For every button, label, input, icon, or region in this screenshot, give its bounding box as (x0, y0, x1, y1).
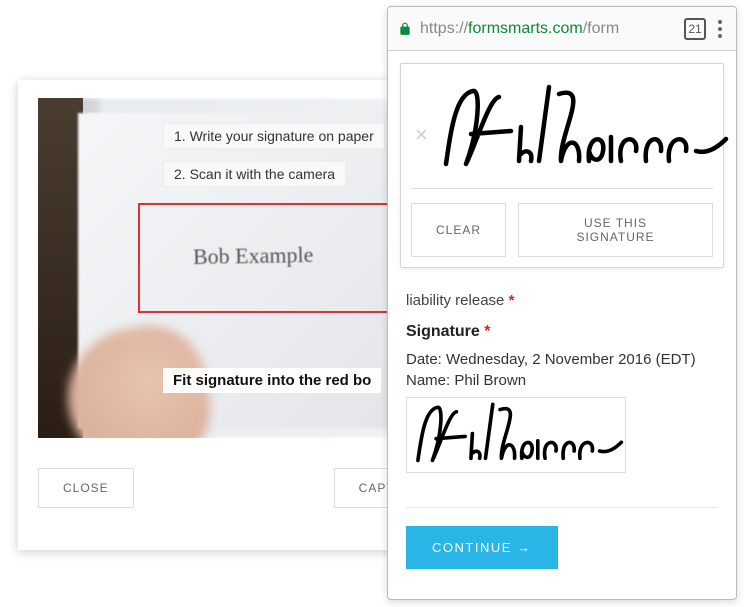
signature-heading-text: Signature (406, 323, 480, 340)
signature-draw-modal: × CLEAR USE THIS SIGNATURE (400, 63, 724, 268)
menu-dots-icon[interactable] (714, 18, 726, 40)
url-scheme: https:// (420, 20, 468, 37)
clear-signature-button[interactable]: CLEAR (411, 203, 506, 257)
browser-url-bar: https://formsmarts.com/form 21 (388, 7, 736, 51)
modal-button-row: CLEAR USE THIS SIGNATURE (411, 203, 713, 257)
signature-section-heading: Signature * (406, 323, 718, 341)
date-label: Date: (406, 351, 442, 368)
form-content: liability release * Signature * Date: We… (388, 280, 736, 575)
form-divider (406, 507, 718, 508)
mobile-browser-frame: https://formsmarts.com/form 21 × CLEAR U… (387, 6, 737, 600)
fit-instruction: Fit signature into the red bo (163, 368, 381, 393)
url-text[interactable]: https://formsmarts.com/form (420, 20, 676, 38)
signature-date-line: Date: Wednesday, 2 November 2016 (EDT) (406, 351, 718, 368)
lock-icon (398, 21, 412, 37)
drawn-signature (431, 79, 731, 179)
name-label: Name: (406, 372, 450, 389)
close-icon[interactable]: × (415, 124, 428, 146)
scanned-signature-text: Bob Example (193, 242, 314, 270)
date-value: Wednesday, 2 November 2016 (EDT) (446, 351, 696, 368)
url-path: /form (583, 20, 619, 37)
instruction-step-2: 2. Scan it with the camera (163, 161, 346, 187)
url-host: formsmarts.com (468, 20, 583, 37)
signature-preview-image (407, 398, 625, 472)
use-signature-button[interactable]: USE THIS SIGNATURE (518, 203, 713, 257)
liability-field-label: liability release * (406, 292, 718, 309)
signature-name-line: Name: Phil Brown (406, 372, 718, 389)
tab-count-badge[interactable]: 21 (684, 18, 706, 40)
instruction-step-1: 1. Write your signature on paper (163, 123, 385, 149)
signature-canvas[interactable]: × (411, 74, 713, 189)
name-value: Phil Brown (454, 372, 526, 389)
required-asterisk: * (509, 292, 515, 309)
required-asterisk: * (484, 323, 490, 340)
continue-button[interactable]: CONTINUE → (406, 526, 558, 569)
close-button[interactable]: CLOSE (38, 468, 134, 508)
liability-text: liability release (406, 292, 504, 309)
signature-preview-box[interactable] (406, 397, 626, 473)
